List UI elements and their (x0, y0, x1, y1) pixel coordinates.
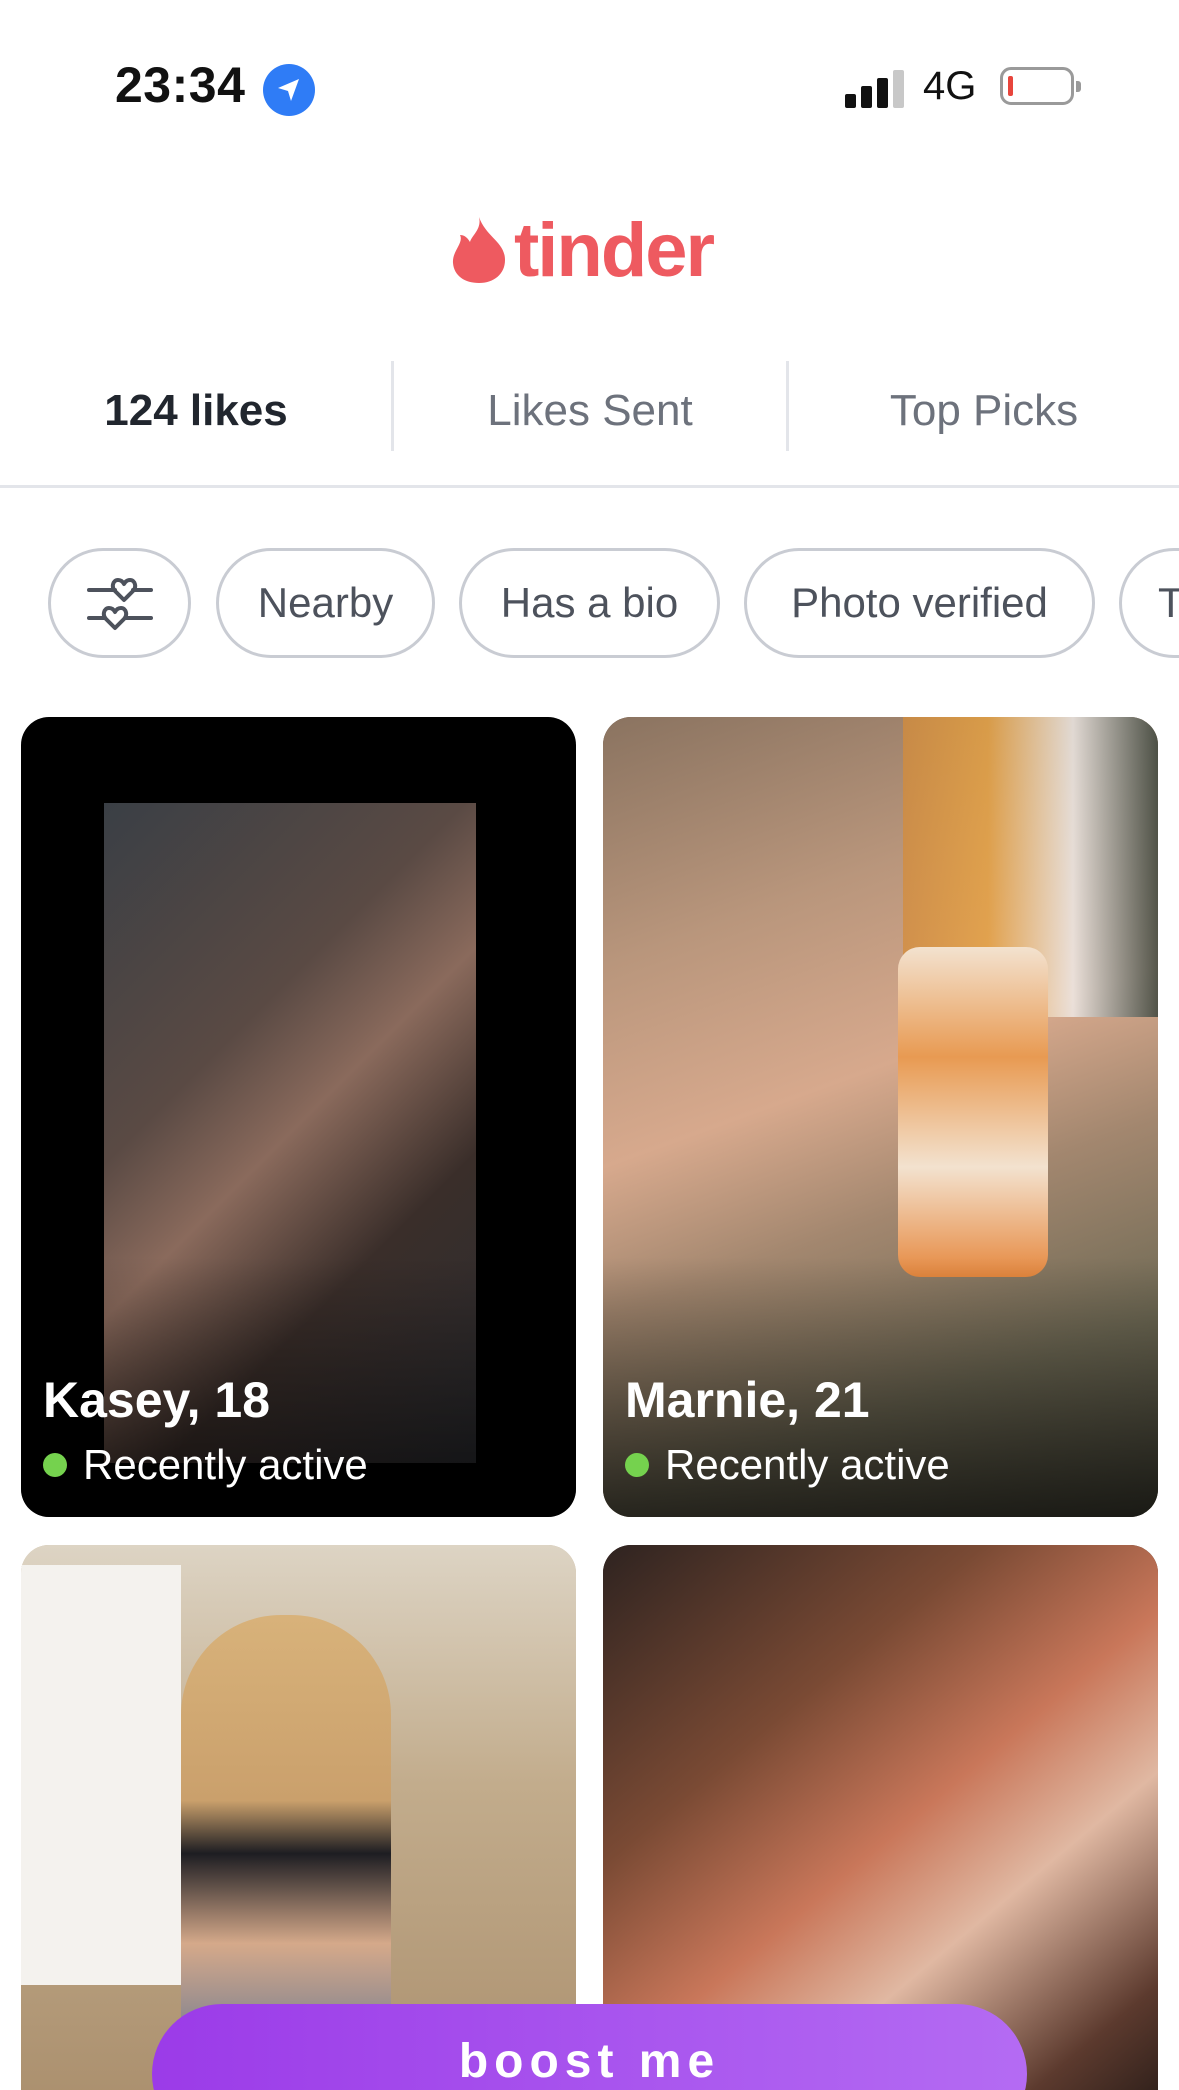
boost-label: boost me (458, 2035, 721, 2088)
filter-chip-has-bio[interactable]: Has a bio (459, 548, 720, 658)
filter-settings-button[interactable] (48, 548, 191, 658)
status-time: 23:34 (115, 57, 246, 113)
logo-wordmark: tinder (514, 207, 715, 293)
profile-card[interactable]: Kasey, 18 Recently active (21, 717, 576, 1517)
profile-name-age: Marnie, 21 (625, 1372, 870, 1428)
filter-sliders-hearts-icon (86, 578, 153, 630)
activity-label: Recently active (83, 1441, 368, 1488)
activity-label: Recently active (665, 1441, 950, 1488)
location-arrow-icon (263, 64, 315, 116)
flame-icon (452, 217, 505, 283)
likes-tabs: 124 likes Likes Sent Top Picks (0, 356, 1179, 488)
profile-card[interactable]: Marnie, 21 Recently active (603, 717, 1158, 1517)
tab-likes-sent[interactable]: Likes Sent (394, 376, 786, 446)
filter-chip-more[interactable]: T (1119, 548, 1179, 658)
app-logo: tinder (450, 208, 715, 293)
status-bar: 23:34 4G (0, 0, 1179, 150)
activity-status: Recently active (43, 1441, 368, 1489)
battery-low-icon (1000, 67, 1081, 105)
activity-status: Recently active (625, 1441, 950, 1489)
network-type: 4G (923, 64, 977, 108)
online-dot-icon (625, 1453, 649, 1477)
cellular-signal-icon (845, 68, 905, 108)
tab-top-picks[interactable]: Top Picks (789, 376, 1179, 446)
filter-chips: Nearby Has a bio Photo verified T (0, 548, 1179, 660)
filter-chip-photo-verified[interactable]: Photo verified (744, 548, 1095, 658)
filter-chip-nearby[interactable]: Nearby (216, 548, 435, 658)
profile-name-age: Kasey, 18 (43, 1372, 271, 1428)
boost-button[interactable]: boost me (152, 2004, 1027, 2090)
online-dot-icon (43, 1453, 67, 1477)
tab-likes[interactable]: 124 likes (0, 376, 392, 446)
